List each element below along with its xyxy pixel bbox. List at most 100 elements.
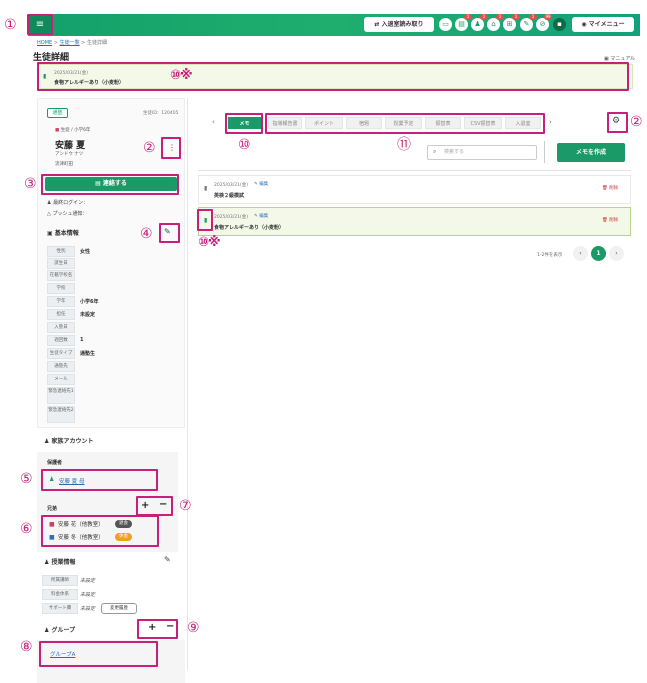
memo-edit-link[interactable]: ✎ 編集 — [254, 213, 268, 219]
annotation-marker-2: ② — [143, 140, 156, 156]
basic-info-title-text: 基本情報 — [54, 230, 79, 237]
annotation-marker-3: ③ — [24, 176, 37, 192]
student-role-text: 生徒 / 小学6年 — [60, 128, 91, 133]
notification-badge: 1 — [464, 14, 472, 20]
info-value: 未設定 — [80, 312, 96, 318]
manual-link[interactable]: ▣ マニュアル — [604, 55, 635, 62]
annotation-marker-10-note: ⑩※ — [198, 235, 221, 250]
info-label: 緊急連絡先2 — [47, 406, 75, 423]
last-login-label: 最終ログイン： — [53, 200, 89, 206]
memo-delete-label: 削除 — [609, 186, 619, 191]
siblings-label: 兄弟 — [47, 506, 58, 512]
breadcrumb: HOME > 生徒一覧 > 生徒詳細 — [37, 39, 107, 46]
status-badge: 通塾 — [47, 108, 68, 118]
info-label: 学年 — [47, 296, 75, 307]
info-value: 女性 — [80, 249, 91, 255]
scan-icon: ⇄ — [374, 21, 382, 28]
last-login: ♟ 最終ログイン： — [47, 199, 88, 206]
annotation-box — [137, 619, 178, 639]
student-role: ■ 生徒 / 小学6年 — [55, 127, 90, 133]
search-icon: ⌕ — [433, 148, 437, 155]
entry-scan-label: 入退室読み取り — [381, 21, 424, 28]
annotation-number: ⑩ — [198, 235, 209, 250]
class-value: 未設定 — [80, 606, 96, 612]
memo-edit-link[interactable]: ✎ 編集 — [254, 181, 268, 187]
create-memo-button[interactable]: メモを作成 — [557, 143, 625, 162]
annotation-marker-1: ① — [4, 17, 17, 33]
pin-icon[interactable]: ▮ — [204, 185, 207, 192]
breadcrumb-separator: > — [81, 40, 86, 46]
pager-next-button[interactable]: › — [609, 246, 624, 261]
annotation-marker-6: ⑥ — [20, 521, 33, 537]
info-label: 緊急連絡先1 — [47, 387, 75, 404]
memo-date: 2025/03/21(金) — [214, 183, 248, 188]
my-menu-button[interactable]: ◉ マイメニュー — [572, 17, 634, 32]
student-name: 安藤 夏 — [55, 141, 86, 151]
breadcrumb-home[interactable]: HOME — [37, 40, 52, 46]
change-history-button[interactable]: 変更履歴 — [101, 603, 137, 614]
info-value: 小学6年 — [80, 299, 99, 305]
annotation-marker-4: ④ — [140, 226, 153, 242]
info-label: 入塾日 — [47, 322, 75, 333]
annotation-marker-10: ⑩ — [238, 137, 251, 153]
memo-delete-link[interactable]: 🗑 削除 — [602, 185, 618, 191]
annotation-box — [607, 112, 628, 133]
class-info-title-text: 授業情報 — [51, 559, 76, 566]
edit-icon[interactable]: ✎ — [164, 555, 171, 564]
basic-info-title: ▣ 基本情報 — [47, 228, 79, 237]
class-label: 所属講師 — [42, 575, 78, 586]
memo-edit-label: 編集 — [259, 214, 269, 219]
push-label: プッシュ通知： — [52, 211, 88, 217]
student-school: 流津町田 — [55, 162, 73, 167]
entry-scan-button[interactable]: ⇄ 入退室読み取り — [364, 17, 434, 32]
user-icon: ◉ — [581, 21, 587, 28]
annotation-box — [161, 137, 181, 159]
chevron-right-icon[interactable]: › — [549, 118, 552, 126]
notification-badge: 1 — [512, 14, 520, 20]
memo-date: 2025/03/21(金) — [214, 215, 248, 220]
class-info-title: ♟ 授業情報 — [44, 557, 75, 566]
message-icon[interactable]: ▪ — [553, 18, 566, 31]
memo-text: 食物アレルギーあり（小麦粉） — [214, 225, 285, 231]
pager-page-button[interactable]: 1 — [591, 246, 606, 261]
info-icon: ▣ — [47, 230, 55, 237]
info-label: 担任 — [47, 309, 75, 320]
annotation-box — [39, 641, 158, 667]
annotation-box — [136, 496, 173, 516]
info-label: 週回数 — [47, 335, 75, 346]
memo-delete-link[interactable]: 🗑 削除 — [602, 217, 618, 223]
memo-list-item: ▮ 2025/03/21(金) ✎ 編集 英検２級模試 🗑 削除 — [198, 175, 631, 204]
notification-badge: 1 — [496, 14, 504, 20]
annotation-box — [27, 14, 53, 35]
guardian-label: 保護者 — [47, 460, 63, 466]
chevron-left-icon[interactable]: ‹ — [212, 118, 215, 126]
class-value: 未設定 — [80, 578, 96, 584]
annotation-marker-10-note: ⑩※ — [170, 68, 193, 83]
annotation-box — [265, 113, 545, 134]
chat-icon[interactable]: ▭ — [439, 18, 452, 31]
info-label: 学校 — [47, 283, 75, 294]
pager-prev-button[interactable]: ‹ — [573, 246, 588, 261]
column-divider — [187, 98, 188, 670]
info-value: 通塾生 — [80, 351, 96, 357]
group-title-text: グループ — [51, 627, 76, 634]
notification-badge: 1 — [529, 14, 537, 20]
memo-text: 英検２級模試 — [214, 193, 245, 199]
family-title-text: 家族アカウント — [51, 438, 94, 445]
push-notification: △ プッシュ通知： — [47, 210, 87, 217]
breadcrumb-student-list[interactable]: 生徒一覧 — [60, 40, 80, 46]
annotation-box — [41, 469, 158, 491]
annotation-marker-2: ② — [630, 114, 643, 130]
annotation-marker-5: ⑤ — [20, 471, 33, 487]
annotation-box — [197, 209, 213, 231]
my-menu-label: マイメニュー — [588, 21, 625, 28]
annotation-box — [41, 174, 179, 195]
info-label: 在籍学校名 — [47, 270, 75, 281]
annotation-box — [225, 113, 263, 134]
annotation-marker-8: ⑧ — [20, 639, 33, 655]
annotation-note-mark: ※ — [208, 235, 221, 250]
annotation-number: ⑩ — [170, 68, 181, 83]
search-input[interactable]: 検索する — [427, 145, 537, 160]
annotation-box — [159, 223, 180, 243]
class-label: サポート費 — [42, 603, 78, 614]
